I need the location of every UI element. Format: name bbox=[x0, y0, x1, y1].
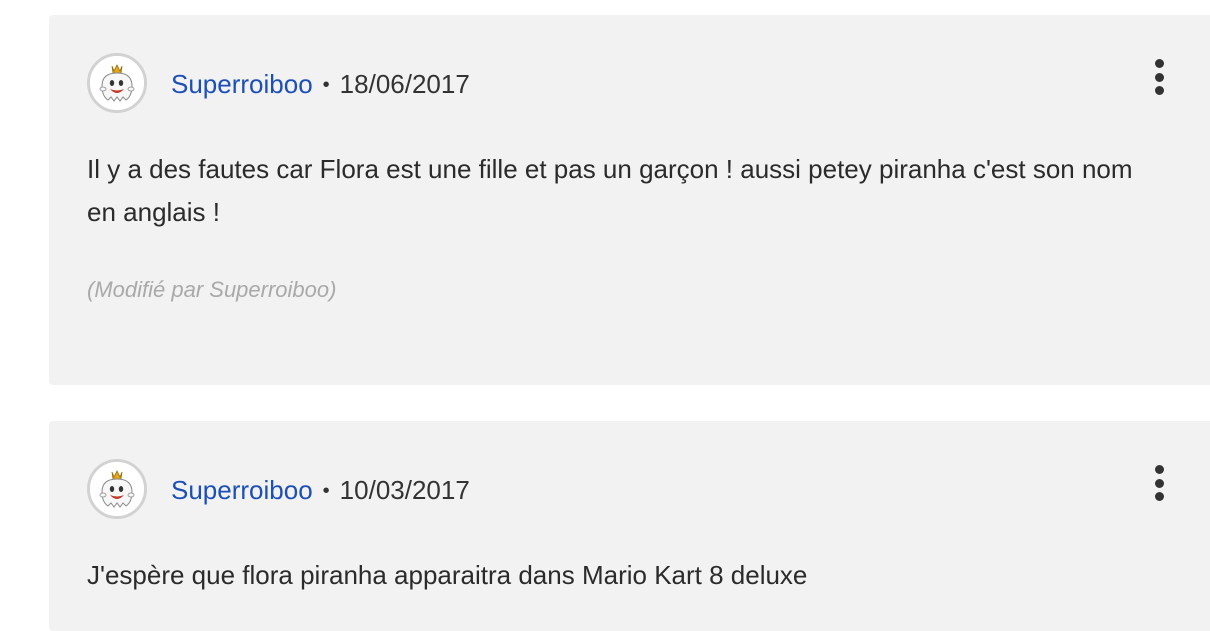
menu-dot bbox=[1154, 465, 1164, 474]
comment-card: Superroiboo • 10/03/2017 J'espère que fl… bbox=[49, 421, 1210, 631]
edited-note: (Modifié par Superroiboo) bbox=[87, 277, 337, 302]
menu-dot bbox=[1154, 86, 1164, 95]
menu-dot bbox=[1154, 478, 1164, 488]
comment-date: 10/03/2017 bbox=[339, 474, 470, 505]
menu-dot bbox=[1154, 72, 1164, 82]
comment-card: Superroiboo • 18/06/2017 Il y a des faut… bbox=[49, 15, 1210, 385]
meta-separator: • bbox=[322, 479, 330, 502]
menu-dot bbox=[1154, 492, 1164, 501]
comment-meta: Superroiboo • 18/06/2017 bbox=[171, 68, 470, 100]
comment-meta: Superroiboo • 10/03/2017 bbox=[171, 474, 470, 506]
comment-text: Il y a des fautes car Flora est une fill… bbox=[87, 154, 1133, 227]
comment-date: 18/06/2017 bbox=[339, 68, 470, 99]
meta-separator: • bbox=[322, 73, 330, 96]
king-boo-avatar-icon[interactable] bbox=[87, 459, 147, 519]
menu-dot bbox=[1154, 59, 1164, 68]
comment-text: J'espère que flora piranha apparaitra da… bbox=[87, 560, 808, 590]
username-link[interactable]: Superroiboo bbox=[171, 69, 313, 100]
more-vertical-icon[interactable] bbox=[1152, 465, 1166, 501]
more-vertical-icon[interactable] bbox=[1152, 59, 1166, 95]
username-link[interactable]: Superroiboo bbox=[171, 475, 313, 506]
king-boo-avatar-icon[interactable] bbox=[87, 53, 147, 113]
